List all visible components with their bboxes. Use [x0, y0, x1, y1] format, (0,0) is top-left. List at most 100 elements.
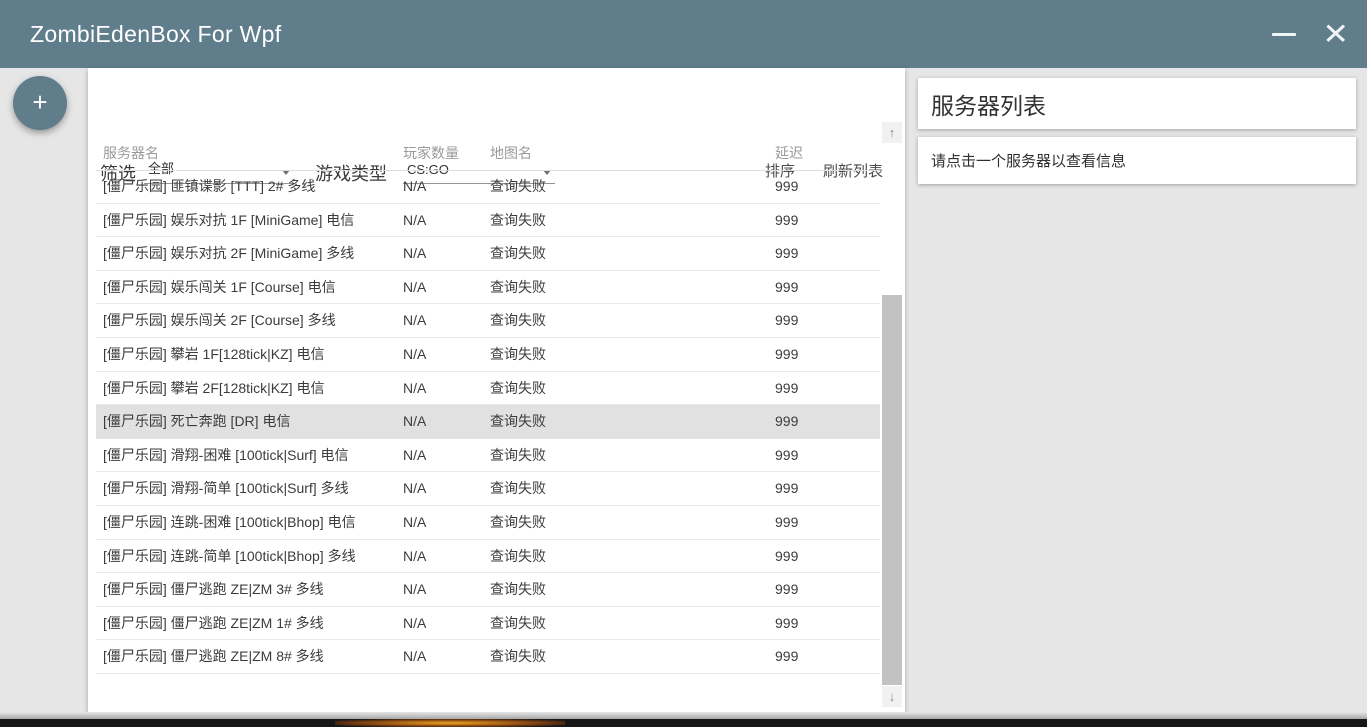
latency-cell: 999	[775, 405, 798, 439]
server-name-cell: [僵尸乐园] 连跳-困难 [100tick|Bhop] 电信	[103, 506, 356, 540]
server-name-cell: [僵尸乐园] 僵尸逃跑 ZE|ZM 1# 多线	[103, 607, 324, 641]
players-cell: N/A	[403, 607, 426, 641]
server-name-cell: [僵尸乐园] 僵尸逃跑 ZE|ZM 8# 多线	[103, 640, 324, 674]
latency-cell: 999	[775, 170, 798, 204]
latency-cell: 999	[775, 506, 798, 540]
arrow-up-icon: ↑	[889, 125, 896, 140]
players-cell: N/A	[403, 304, 426, 338]
latency-cell: 999	[775, 573, 798, 607]
players-cell: N/A	[403, 204, 426, 238]
server-name-cell: [僵尸乐园] 滑翔-困难 [100tick|Surf] 电信	[103, 439, 349, 473]
server-list-card: 筛选 全部 游戏类型 CS:GO 排序 刷新列表 服务器名 玩家数量 地图名 延…	[88, 68, 905, 712]
table-row[interactable]: [僵尸乐园] 死亡奔跑 [DR] 电信 N/A 查询失败 999	[96, 405, 880, 439]
close-button[interactable]: ✕	[1322, 19, 1349, 48]
table-row[interactable]: [僵尸乐园] 僵尸逃跑 ZE|ZM 8# 多线 N/A 查询失败 999	[96, 640, 880, 674]
latency-cell: 999	[775, 439, 798, 473]
map-cell: 查询失败	[490, 304, 546, 338]
players-cell: N/A	[403, 472, 426, 506]
server-name-cell: [僵尸乐园] 攀岩 1F[128tick|KZ] 电信	[103, 338, 324, 372]
players-cell: N/A	[403, 170, 426, 204]
table-row[interactable]: [僵尸乐园] 攀岩 1F[128tick|KZ] 电信 N/A 查询失败 999	[96, 338, 880, 372]
latency-cell: 999	[775, 304, 798, 338]
map-cell: 查询失败	[490, 607, 546, 641]
table-row[interactable]: [僵尸乐园] 匪镇谍影 [TTT] 2# 多线 N/A 查询失败 999	[96, 170, 880, 204]
scrollbar-thumb[interactable]	[882, 295, 902, 685]
window-buttons: ✕	[1272, 0, 1349, 68]
latency-cell: 999	[775, 338, 798, 372]
server-name-cell: [僵尸乐园] 娱乐闯关 2F [Course] 多线	[103, 304, 336, 338]
latency-cell: 999	[775, 640, 798, 674]
map-cell: 查询失败	[490, 439, 546, 473]
table-row[interactable]: [僵尸乐园] 攀岩 2F[128tick|KZ] 电信 N/A 查询失败 999	[96, 372, 880, 406]
scroll-down-button[interactable]: ↓	[882, 686, 902, 707]
players-cell: N/A	[403, 506, 426, 540]
table-row[interactable]: [僵尸乐园] 娱乐对抗 2F [MiniGame] 多线 N/A 查询失败 99…	[96, 237, 880, 271]
table-row[interactable]: [僵尸乐园] 娱乐闯关 2F [Course] 多线 N/A 查询失败 999	[96, 304, 880, 338]
map-cell: 查询失败	[490, 405, 546, 439]
latency-cell: 999	[775, 540, 798, 574]
window-bottom-shadow	[0, 712, 1367, 719]
map-cell: 查询失败	[490, 472, 546, 506]
latency-cell: 999	[775, 204, 798, 238]
server-name-cell: [僵尸乐园] 连跳-简单 [100tick|Bhop] 多线	[103, 540, 356, 574]
table-row[interactable]: [僵尸乐园] 滑翔-简单 [100tick|Surf] 多线 N/A 查询失败 …	[96, 472, 880, 506]
side-panel-hint: 请点击一个服务器以查看信息	[918, 150, 1126, 171]
map-cell: 查询失败	[490, 372, 546, 406]
title-bar[interactable]: ZombiEdenBox For Wpf ✕	[0, 0, 1367, 68]
players-cell: N/A	[403, 271, 426, 305]
plus-icon: +	[32, 89, 47, 115]
arrow-down-icon: ↓	[889, 689, 896, 704]
map-cell: 查询失败	[490, 204, 546, 238]
side-panel-title: 服务器列表	[918, 87, 1046, 121]
players-cell: N/A	[403, 640, 426, 674]
scroll-up-button[interactable]: ↑	[882, 122, 902, 143]
server-name-cell: [僵尸乐园] 娱乐对抗 1F [MiniGame] 电信	[103, 204, 354, 238]
side-panel-hint-card: 请点击一个服务器以查看信息	[918, 137, 1356, 184]
map-cell: 查询失败	[490, 170, 546, 204]
server-name-cell: [僵尸乐园] 死亡奔跑 [DR] 电信	[103, 405, 290, 439]
players-cell: N/A	[403, 338, 426, 372]
latency-cell: 999	[775, 472, 798, 506]
column-header-latency: 延迟	[775, 132, 803, 174]
map-cell: 查询失败	[490, 573, 546, 607]
minimize-button[interactable]	[1272, 33, 1296, 36]
map-cell: 查询失败	[490, 540, 546, 574]
players-cell: N/A	[403, 540, 426, 574]
table-row[interactable]: [僵尸乐园] 娱乐对抗 1F [MiniGame] 电信 N/A 查询失败 99…	[96, 204, 880, 238]
column-header-map: 地图名	[490, 132, 532, 174]
map-cell: 查询失败	[490, 506, 546, 540]
table-row[interactable]: [僵尸乐园] 僵尸逃跑 ZE|ZM 1# 多线 N/A 查询失败 999	[96, 607, 880, 641]
players-cell: N/A	[403, 405, 426, 439]
table-row[interactable]: [僵尸乐园] 僵尸逃跑 ZE|ZM 3# 多线 N/A 查询失败 999	[96, 573, 880, 607]
desktop-glow	[335, 719, 565, 727]
window-title: ZombiEdenBox For Wpf	[0, 21, 281, 48]
players-cell: N/A	[403, 573, 426, 607]
table-row[interactable]: [僵尸乐园] 连跳-困难 [100tick|Bhop] 电信 N/A 查询失败 …	[96, 506, 880, 540]
players-cell: N/A	[403, 237, 426, 271]
table-row[interactable]: [僵尸乐园] 连跳-简单 [100tick|Bhop] 多线 N/A 查询失败 …	[96, 540, 880, 574]
latency-cell: 999	[775, 372, 798, 406]
map-cell: 查询失败	[490, 237, 546, 271]
side-panel-title-card: 服务器列表	[918, 78, 1356, 129]
map-cell: 查询失败	[490, 338, 546, 372]
column-header-server-name: 服务器名	[103, 132, 159, 174]
column-header-players: 玩家数量	[403, 132, 459, 174]
server-name-cell: [僵尸乐园] 娱乐对抗 2F [MiniGame] 多线	[103, 237, 354, 271]
server-name-cell: [僵尸乐园] 滑翔-简单 [100tick|Surf] 多线	[103, 472, 349, 506]
map-cell: 查询失败	[490, 271, 546, 305]
server-name-cell: [僵尸乐园] 僵尸逃跑 ZE|ZM 3# 多线	[103, 573, 324, 607]
server-name-cell: [僵尸乐园] 匪镇谍影 [TTT] 2# 多线	[103, 170, 315, 204]
add-server-button[interactable]: +	[13, 76, 67, 130]
table-row[interactable]: [僵尸乐园] 滑翔-困难 [100tick|Surf] 电信 N/A 查询失败 …	[96, 439, 880, 473]
table-header: 服务器名 玩家数量 地图名 延迟	[96, 132, 880, 170]
players-cell: N/A	[403, 372, 426, 406]
latency-cell: 999	[775, 607, 798, 641]
table-row[interactable]: [僵尸乐园] 娱乐闯关 1F [Course] 电信 N/A 查询失败 999	[96, 271, 880, 305]
players-cell: N/A	[403, 439, 426, 473]
scrollbar[interactable]: ↑ ↓	[882, 122, 902, 708]
server-name-cell: [僵尸乐园] 娱乐闯关 1F [Course] 电信	[103, 271, 336, 305]
server-name-cell: [僵尸乐园] 攀岩 2F[128tick|KZ] 电信	[103, 372, 324, 406]
latency-cell: 999	[775, 271, 798, 305]
map-cell: 查询失败	[490, 640, 546, 674]
latency-cell: 999	[775, 237, 798, 271]
